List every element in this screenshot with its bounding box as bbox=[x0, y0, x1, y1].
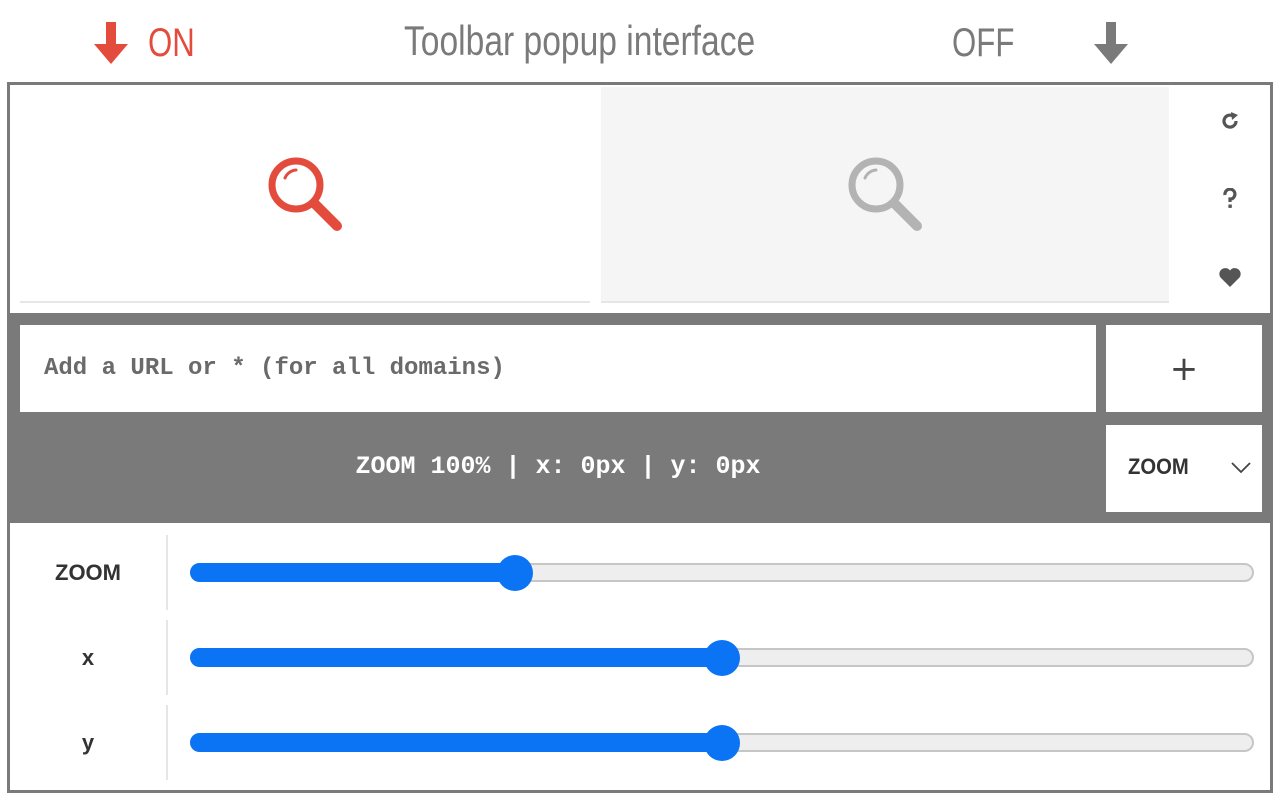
slider-thumb[interactable] bbox=[704, 639, 740, 676]
arrow-down-icon bbox=[1093, 22, 1128, 64]
chevron-down-icon bbox=[1231, 462, 1251, 474]
control-band: + ZOOM 100% | x: 0px | y: 0px ZOOM bbox=[10, 313, 1270, 523]
slider-fill bbox=[190, 563, 514, 582]
arrow-down-icon bbox=[94, 22, 128, 64]
zoom-slider[interactable] bbox=[190, 554, 1254, 591]
toggle-off-button[interactable] bbox=[601, 87, 1169, 303]
slider-thumb[interactable] bbox=[497, 554, 534, 591]
page-title: Toolbar popup interface bbox=[404, 17, 756, 64]
header: ON Toolbar popup interface OFF bbox=[0, 0, 1280, 82]
off-indicator: OFF bbox=[952, 20, 1130, 66]
magnifier-icon bbox=[848, 157, 922, 231]
mode-select[interactable]: ZOOM bbox=[1106, 425, 1262, 512]
slider-row-y: y bbox=[10, 705, 1270, 780]
x-slider[interactable] bbox=[190, 639, 1254, 676]
slider-label: ZOOM bbox=[10, 535, 168, 610]
slider-fill bbox=[190, 733, 720, 752]
mode-select-value: ZOOM bbox=[1128, 454, 1189, 479]
on-indicator: ON bbox=[92, 20, 208, 66]
slider-panel: ZOOM x y bbox=[10, 523, 1270, 793]
y-slider[interactable] bbox=[190, 724, 1254, 761]
toggle-on-button[interactable] bbox=[20, 87, 590, 303]
reset-icon[interactable] bbox=[1218, 109, 1242, 133]
toolbar-popup: + ZOOM 100% | x: 0px | y: 0px ZOOM ZOOM … bbox=[7, 82, 1273, 793]
slider-fill bbox=[190, 648, 720, 667]
url-input[interactable] bbox=[20, 325, 1096, 412]
on-label: ON bbox=[148, 21, 195, 65]
side-toolbar bbox=[1190, 85, 1270, 313]
slider-label: x bbox=[10, 620, 168, 695]
slider-row-x: x bbox=[10, 620, 1270, 695]
off-label: OFF bbox=[952, 21, 1015, 65]
heart-icon[interactable] bbox=[1218, 265, 1242, 289]
status-readout: ZOOM 100% | x: 0px | y: 0px bbox=[355, 452, 761, 481]
slider-row-zoom: ZOOM bbox=[10, 535, 1270, 610]
help-icon[interactable] bbox=[1218, 187, 1242, 211]
add-url-button[interactable]: + bbox=[1106, 325, 1262, 412]
magnifier-icon bbox=[268, 157, 342, 231]
slider-thumb[interactable] bbox=[704, 724, 740, 761]
slider-label: y bbox=[10, 705, 168, 780]
